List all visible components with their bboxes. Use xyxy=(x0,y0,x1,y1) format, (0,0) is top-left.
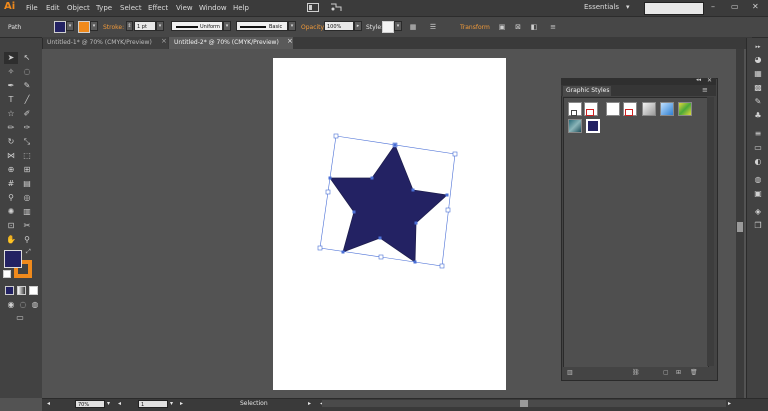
style-swatch-gray-gradient[interactable] xyxy=(642,102,656,116)
color-guide-icon[interactable]: ▦ xyxy=(752,68,764,79)
none-slash-icon xyxy=(625,109,633,116)
style-swatch-none-2[interactable] xyxy=(623,102,637,116)
collapse-panel-icon[interactable]: ◂◂ xyxy=(696,77,701,83)
add-style-icon[interactable]: ⊞ xyxy=(676,369,681,376)
graphic-styles-panel-icon[interactable]: ▣ xyxy=(752,188,764,199)
style-swatch-yellow-green[interactable] xyxy=(678,102,692,116)
color-panel-icon[interactable]: ◕ xyxy=(752,54,764,65)
gradient-panel-icon[interactable]: ▭ xyxy=(752,142,764,153)
transparency-panel-icon[interactable]: ◐ xyxy=(752,156,764,167)
appearance-panel-icon[interactable]: ◍ xyxy=(752,174,764,185)
anchor-point[interactable] xyxy=(445,193,449,197)
panel-scrollbar[interactable] xyxy=(707,97,714,366)
new-style-icon[interactable]: ▢ xyxy=(663,369,669,376)
close-panel-icon[interactable]: ✕ xyxy=(707,77,712,84)
artboard-dropdown-icon[interactable]: ▾ xyxy=(170,400,173,408)
anchor-point[interactable] xyxy=(393,143,397,147)
anchor-point[interactable] xyxy=(414,221,418,225)
anchor-point[interactable] xyxy=(341,250,345,254)
default-marker-icon xyxy=(571,110,577,116)
break-link-icon[interactable]: ⛓ xyxy=(632,369,640,376)
anchor-point[interactable] xyxy=(328,176,332,180)
style-swatch-white[interactable] xyxy=(606,102,620,116)
current-tool-label: Selection xyxy=(240,400,268,407)
vertical-scroll-thumb[interactable] xyxy=(737,222,743,232)
nav-prev-icon[interactable]: ◂ xyxy=(118,400,121,408)
nav-next-icon[interactable]: ▸ xyxy=(180,400,183,408)
anchor-point[interactable] xyxy=(411,188,415,192)
style-swatch-navy-selected[interactable] xyxy=(586,119,600,133)
artboard-number-field[interactable]: 1 xyxy=(138,400,168,408)
horizontal-scroll-thumb[interactable] xyxy=(520,400,528,407)
anchor-point[interactable] xyxy=(370,176,374,180)
tab-graphic-styles[interactable]: Graphic Styles xyxy=(563,86,611,96)
bbox-handle[interactable] xyxy=(452,151,458,157)
anchor-point[interactable] xyxy=(378,236,382,240)
style-swatch-none[interactable] xyxy=(584,102,598,116)
style-swatch-default[interactable] xyxy=(568,102,582,116)
bbox-handle[interactable] xyxy=(378,254,384,260)
star-shape[interactable] xyxy=(329,144,448,263)
stroke-panel-icon[interactable]: ≡ xyxy=(752,128,764,139)
nav-first-icon[interactable]: ◂ xyxy=(47,400,50,408)
delete-style-icon[interactable]: 🗑 xyxy=(690,369,698,376)
swatches-panel-icon[interactable]: ▩ xyxy=(752,82,764,93)
bbox-handle[interactable] xyxy=(325,189,331,195)
dock-collapse-icon[interactable]: ▸▸ xyxy=(752,42,764,53)
graphic-styles-list xyxy=(563,97,709,368)
zoom-dropdown-icon[interactable]: ▾ xyxy=(107,400,110,408)
anchor-point[interactable] xyxy=(413,260,417,264)
none-slash-icon xyxy=(586,109,594,116)
panel-title-strip[interactable]: ◂◂ ✕ xyxy=(561,77,716,85)
bbox-handle[interactable] xyxy=(445,207,451,213)
layers-panel-icon[interactable]: ◈ xyxy=(752,206,764,217)
style-swatch-teal-texture[interactable] xyxy=(568,119,582,133)
status-menu-icon[interactable]: ▸ xyxy=(308,400,311,408)
artboards-panel-icon[interactable]: ❐ xyxy=(752,220,764,231)
bbox-handle[interactable] xyxy=(439,263,445,269)
anchor-point[interactable] xyxy=(352,210,356,214)
panel-dock: ▸▸ ◕ ▦ ▩ ✎ ♣ ≡ ▭ ◐ ◍ ▣ ◈ ❐ xyxy=(746,38,768,398)
symbols-panel-icon[interactable]: ♣ xyxy=(752,110,764,121)
panel-menu-icon[interactable]: ≡ xyxy=(702,86,708,94)
brushes-panel-icon[interactable]: ✎ xyxy=(752,96,764,107)
scroll-right-icon[interactable]: ▸ xyxy=(728,400,731,408)
style-swatch-blue-gradient[interactable] xyxy=(660,102,674,116)
style-libraries-icon[interactable]: ▥ xyxy=(567,369,573,376)
bbox-handle[interactable] xyxy=(333,133,339,139)
bbox-handle[interactable] xyxy=(317,245,323,251)
zoom-field[interactable]: 70% xyxy=(75,400,105,408)
